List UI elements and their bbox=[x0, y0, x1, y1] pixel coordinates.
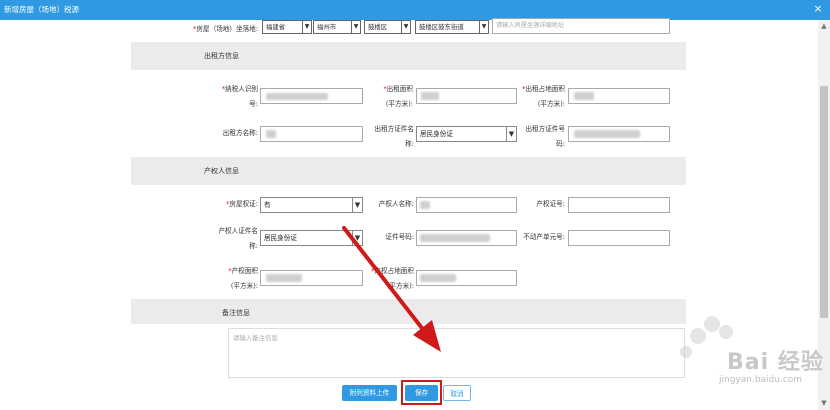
watermark-url: jingyan.baidu.com bbox=[719, 375, 803, 385]
watermark-brand: Bai 经验 bbox=[727, 350, 824, 375]
